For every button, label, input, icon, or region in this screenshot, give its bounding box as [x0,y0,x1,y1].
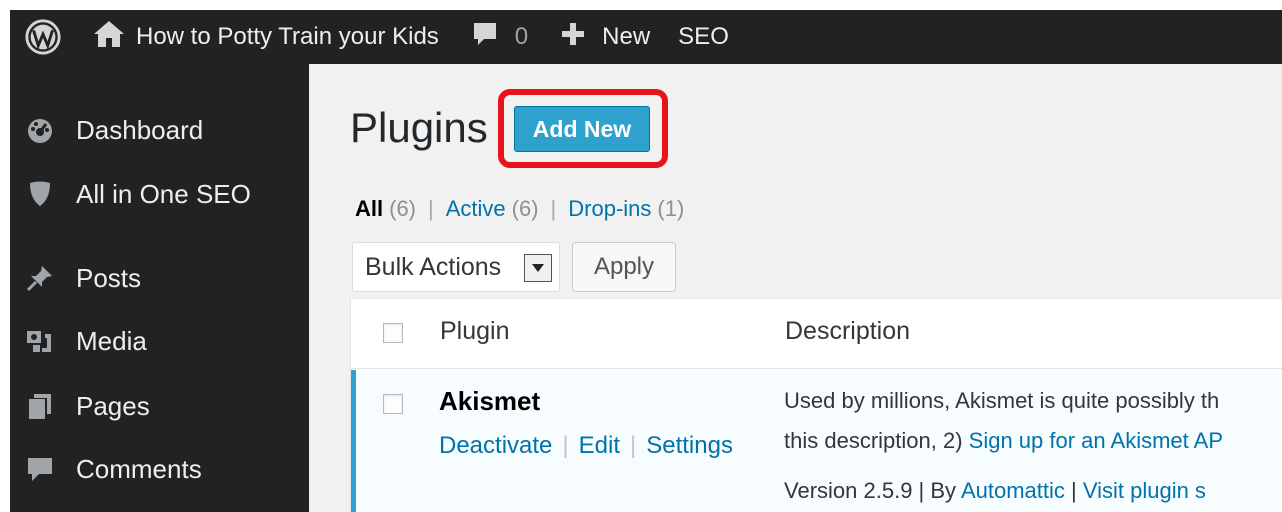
edit-link[interactable]: Edit [579,432,620,460]
pin-icon [24,262,56,294]
page-title: Plugins [350,104,488,151]
sidebar-item-label: Pages [76,390,150,421]
admin-sidebar: Dashboard All in One SEO Posts Media Pag… [10,64,309,512]
filter-active-count: (6) [511,196,539,221]
sidebar-item-label: Media [76,325,147,356]
sidebar-item-label: All in One SEO [76,178,251,209]
apply-button[interactable]: Apply [572,242,676,292]
row-checkbox[interactable] [383,394,403,414]
row-actions: Deactivate | Edit | Settings [439,432,733,460]
new-label: New [602,23,651,50]
bulk-actions-label: Bulk Actions [365,252,502,281]
action-separator: | [629,432,637,459]
filter-dropins-count: (1) [657,196,685,221]
akismet-signup-link[interactable]: Sign up for an Akismet AP [969,428,1223,453]
table-header: Plugin Description [351,299,1282,369]
comments-link[interactable]: 0 [471,10,528,64]
filter-all[interactable]: All [355,196,383,222]
sidebar-item-posts[interactable]: Posts [10,253,309,303]
seo-menu[interactable]: SEO [678,10,729,64]
wp-admin-window: How to Potty Train your Kids 0 New SEO D… [10,10,1282,512]
new-content-menu[interactable]: New [560,10,650,64]
sidebar-item-label: Dashboard [76,114,204,145]
filter-dropins[interactable]: Drop-ins [568,196,651,222]
shield-icon [24,178,56,210]
dashboard-icon [24,114,56,146]
select-all-checkbox[interactable] [383,323,403,343]
sidebar-item-dashboard[interactable]: Dashboard [10,105,309,155]
filter-all-count: (6) [389,196,417,221]
action-separator: | [562,432,569,459]
author-link[interactable]: Automattic [961,478,1065,503]
column-plugin[interactable]: Plugin [440,317,510,346]
column-description[interactable]: Description [785,317,910,346]
site-name: How to Potty Train your Kids [136,23,439,50]
sidebar-item-label: Posts [76,262,142,293]
sidebar-item-all-in-one-seo[interactable]: All in One SEO [10,169,309,219]
chevron-down-icon [524,254,552,282]
plugin-description: Used by millions, Akismet is quite possi… [784,388,1220,413]
table-row: Akismet Deactivate | Edit | Settings Use… [351,370,1282,512]
admin-bar: How to Potty Train your Kids 0 New SEO [10,10,1282,64]
pages-icon [24,390,56,422]
wordpress-logo-icon[interactable] [24,18,62,56]
site-home-link[interactable]: How to Potty Train your Kids [92,10,439,64]
visit-plugin-site-link[interactable]: Visit plugin s [1083,478,1206,503]
sidebar-item-label: Comments [76,453,202,484]
version-separator: | [1064,478,1083,503]
plugin-status-filters: All (6) | Active (6) | Drop-ins (1) [355,196,684,222]
version-text: Version 2.5.9 | By [784,478,961,503]
bulk-actions-select[interactable]: Bulk Actions [352,242,560,292]
settings-link[interactable]: Settings [646,432,733,460]
plugin-version-info: Version 2.5.9 | By Automattic | Visit pl… [784,478,1206,504]
home-icon [92,19,126,56]
filter-separator: | [550,196,557,221]
plugin-name: Akismet [439,386,541,416]
add-new-button[interactable]: Add New [514,106,650,152]
filter-active[interactable]: Active [446,196,506,222]
plus-icon [560,21,586,54]
filter-separator: | [428,196,434,221]
sidebar-item-comments[interactable]: Comments [10,444,309,494]
sidebar-item-pages[interactable]: Pages [10,381,309,431]
comment-icon [24,453,56,485]
media-icon [24,325,56,357]
plugin-description-line2: this description, 2) Sign up for an Akis… [784,428,1223,454]
comment-bubble-icon [471,20,499,55]
description-text: this description, 2) [784,428,969,453]
sidebar-item-media[interactable]: Media [10,316,309,366]
main-content: Plugins Add New All (6) | Active (6) | D… [309,64,1282,512]
plugins-table: Plugin Description Akismet Deactivate | … [350,298,1282,512]
comment-count: 0 [514,23,529,50]
deactivate-link[interactable]: Deactivate [439,432,552,460]
